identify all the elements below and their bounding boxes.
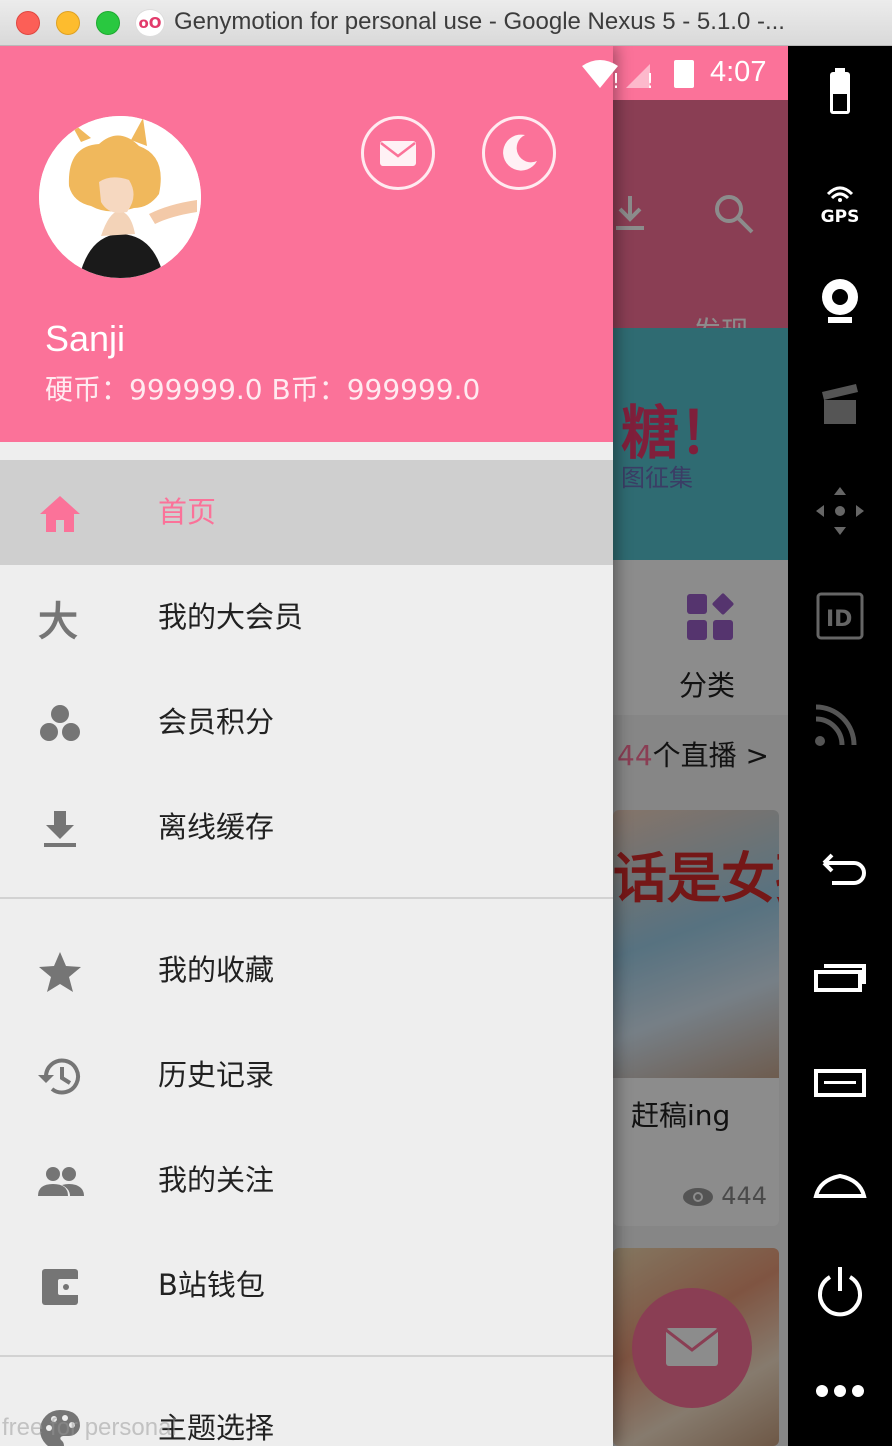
window-title: Genymotion for personal use - Google Nex… — [174, 8, 785, 35]
gps-icon — [826, 186, 854, 202]
moon-icon — [503, 134, 537, 171]
capture-icon[interactable] — [810, 376, 870, 436]
menu-label: 历史记录 — [158, 1058, 275, 1092]
battery-icon[interactable] — [810, 66, 870, 126]
people-icon — [38, 1167, 84, 1196]
cast-icon[interactable] — [810, 691, 870, 751]
watermark: free for personal — [2, 1414, 177, 1441]
device-screen: 发现 糖！ 图征集 分类 44个直播 > 话是女孩 赶稿ing — [0, 46, 788, 1446]
mail-icon — [380, 141, 416, 166]
recent-apps-icon[interactable] — [810, 946, 870, 1006]
dpad-icon[interactable] — [810, 481, 870, 541]
menu-divider — [0, 1355, 613, 1357]
gps-button[interactable]: GPS — [810, 176, 870, 236]
menu-item-history[interactable]: 历史记录 — [0, 1023, 613, 1128]
menu-item-offline-cache[interactable]: 离线缓存 — [0, 775, 613, 880]
menu-label: 离线缓存 — [158, 810, 275, 844]
menu-label: 我的大会员 — [158, 600, 304, 634]
menu-divider — [0, 897, 613, 899]
svg-text:大: 大 — [38, 599, 78, 643]
genymotion-sidebar: GPS ID — [788, 46, 892, 1446]
status-icons: ! ! — [582, 60, 694, 90]
genymotion-app-icon: oO — [135, 9, 165, 37]
menu-item-wallet[interactable]: B站钱包 — [0, 1233, 613, 1338]
window-titlebar: oO Genymotion for personal use - Google … — [0, 0, 892, 46]
status-bar: ! ! 4:07 — [0, 46, 788, 100]
more-icon[interactable] — [810, 1361, 870, 1421]
menu-label: 首页 — [158, 495, 217, 529]
menu-label: 会员积分 — [158, 705, 275, 739]
vip-icon: 大 — [38, 599, 78, 643]
webcam-icon[interactable] — [810, 271, 870, 331]
zoom-window-button[interactable] — [96, 11, 120, 35]
menu-label: 我的收藏 — [158, 953, 275, 987]
home-nav-icon[interactable] — [810, 1156, 870, 1216]
svg-text:!: ! — [612, 69, 620, 90]
status-time: 4:07 — [710, 56, 767, 88]
home-icon — [40, 496, 80, 532]
id-icon[interactable]: ID — [810, 586, 870, 646]
close-window-button[interactable] — [16, 11, 40, 35]
menu-item-following[interactable]: 我的关注 — [0, 1128, 613, 1233]
menu-item-favorites[interactable]: 我的收藏 — [0, 918, 613, 1023]
menu-icon[interactable] — [810, 1051, 870, 1111]
menu-label: B站钱包 — [158, 1268, 265, 1302]
points-icon — [40, 705, 80, 741]
menu-item-vip[interactable]: 大 我的大会员 — [0, 565, 613, 670]
messages-button[interactable] — [361, 116, 435, 190]
coin-balance: 硬币：999999.0 B币：999999.0 — [45, 373, 481, 406]
battery-icon — [674, 60, 694, 88]
gps-label: GPS — [820, 207, 860, 227]
svg-text:ID: ID — [826, 607, 852, 632]
star-icon — [39, 952, 81, 992]
download-icon — [44, 811, 76, 847]
drawer-header: Sanji 硬币：999999.0 B币：999999.0 — [0, 46, 613, 442]
svg-text:!: ! — [646, 69, 654, 90]
wallet-icon — [42, 1269, 80, 1305]
minimize-window-button[interactable] — [56, 11, 80, 35]
username: Sanji — [45, 318, 126, 359]
menu-item-home[interactable]: 首页 — [0, 460, 613, 565]
navigation-drawer: Sanji 硬币：999999.0 B币：999999.0 首页 大 我的大会员… — [0, 46, 613, 1446]
history-icon — [38, 1058, 80, 1095]
power-icon[interactable] — [810, 1261, 870, 1321]
back-icon[interactable] — [810, 841, 870, 901]
menu-item-points[interactable]: 会员积分 — [0, 670, 613, 775]
avatar-image — [39, 116, 201, 278]
menu-label: 我的关注 — [158, 1163, 275, 1197]
avatar[interactable] — [39, 116, 201, 278]
night-mode-button[interactable] — [482, 116, 556, 190]
